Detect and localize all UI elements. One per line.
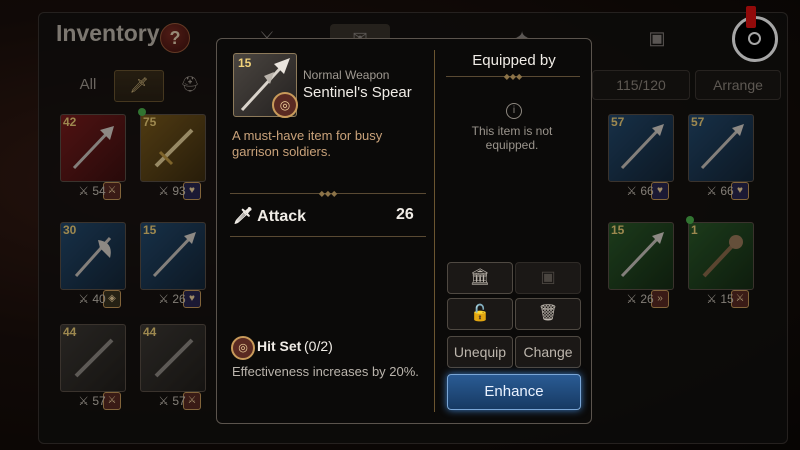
attack-stat-label: 🗡 Attack <box>233 208 307 225</box>
box-icon: ▣ <box>540 269 556 286</box>
weapon-name: Sentinel's Spear <box>303 84 412 101</box>
lock-button[interactable]: 🔓 <box>447 298 513 330</box>
weapon-type: Normal Weapon <box>303 68 390 82</box>
set-description: Effectiveness increases by 20%. <box>232 364 419 379</box>
enhance-button[interactable]: Enhance <box>447 374 581 410</box>
extract-button: ▣ <box>515 262 581 294</box>
sell-button[interactable]: 🗑 <box>515 298 581 330</box>
info-icon: i <box>506 103 522 119</box>
weapon-description: A must-have item for busy garrison soldi… <box>232 128 383 159</box>
equipped-title: Equipped by <box>472 52 556 69</box>
modal-divider <box>434 50 435 412</box>
sword-icon: 🗡 <box>233 208 254 225</box>
hit-set-icon: ◎ <box>272 92 298 118</box>
equipped-note: This item is not equipped. <box>471 124 553 152</box>
unequip-button[interactable]: Unequip <box>447 336 513 368</box>
storage-button[interactable]: 🏛 <box>447 262 513 294</box>
change-button[interactable]: Change <box>515 336 581 368</box>
weapon-level: 15 <box>238 56 252 70</box>
storage-icon: 🏛 <box>469 269 491 286</box>
set-count: (0/2) <box>304 338 333 354</box>
weapon-thumbnail: 15 ◎ <box>233 53 298 118</box>
hit-set-icon: ◎ <box>231 336 255 360</box>
set-name: Hit Set <box>257 338 302 354</box>
attack-stat-value: 26 <box>396 206 414 223</box>
section-divider: ◆◆◆ <box>230 189 426 198</box>
section-divider: ◆◆◆ <box>446 72 580 81</box>
section-divider <box>230 236 426 237</box>
trash-icon: 🗑 <box>537 305 559 322</box>
unlock-icon: 🔓 <box>470 305 490 322</box>
